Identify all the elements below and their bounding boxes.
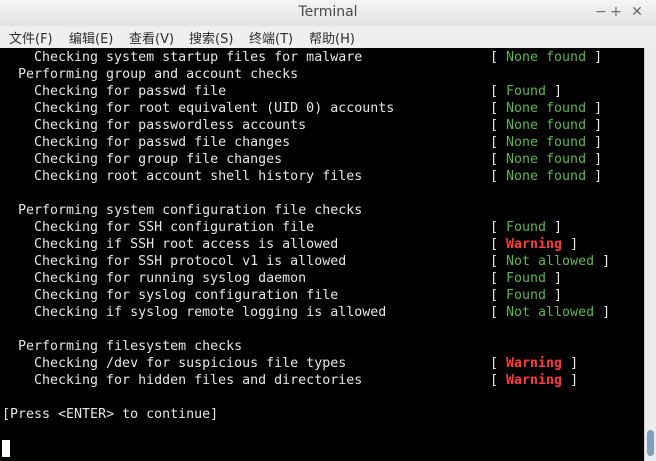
terminal-line-text: Checking for SSH configuration file	[34, 220, 315, 235]
terminal-line-text: Checking for passwd file changes	[34, 135, 291, 150]
terminal-line: Performing filesystem checks	[0, 338, 644, 355]
status-value: Warning	[506, 237, 563, 252]
check-status: [ None found ]	[490, 152, 603, 167]
terminal-line-text: Checking for group file changes	[34, 152, 283, 167]
terminal-line: Checking for group file changes [ None fo…	[0, 151, 644, 168]
terminal-line: Performing system configuration file che…	[0, 202, 644, 219]
status-value: None found	[506, 50, 587, 65]
terminal-line: Checking for running syslog daemon [ Foun…	[0, 270, 644, 287]
scrollbar-thumb[interactable]	[647, 430, 654, 456]
terminal-line: Checking root account shell history file…	[0, 168, 644, 185]
maximize-icon[interactable]: +	[607, 4, 625, 20]
menu-file[interactable]: 文件(F)	[9, 28, 53, 47]
text-cursor	[2, 440, 10, 457]
terminal-line-text: Performing system configuration file che…	[18, 203, 363, 218]
terminal-line: Checking for passwordless accounts [ None…	[0, 117, 644, 134]
terminal-line-text: Performing group and account checks	[18, 67, 299, 82]
terminal-output[interactable]: Checking system startup files for malwar…	[0, 48, 644, 461]
check-status: [ Found ]	[490, 271, 563, 286]
terminal-line-text: [Press <ENTER> to continue]	[2, 407, 219, 422]
terminal-line-text: Checking for SSH protocol v1 is allowed	[34, 254, 347, 269]
menu-search[interactable]: 搜索(S)	[189, 28, 233, 47]
check-status: [ None found ]	[490, 101, 603, 116]
menu-help[interactable]: 帮助(H)	[309, 28, 355, 47]
terminal-line-text: Checking if SSH root access is allowed	[34, 237, 339, 252]
status-value: Found	[506, 220, 547, 235]
status-value: Warning	[506, 356, 563, 371]
check-status: [ Warning ]	[490, 373, 579, 388]
status-value: None found	[506, 169, 587, 184]
status-value: Found	[506, 288, 547, 303]
check-status: [ Found ]	[490, 288, 563, 303]
status-value: None found	[506, 101, 587, 116]
terminal-line-text: Checking root account shell history file…	[34, 169, 363, 184]
terminal-line: Checking system startup files for malwar…	[0, 49, 644, 66]
terminal-line: Checking if syslog remote logging is all…	[0, 304, 644, 321]
status-value: Found	[506, 271, 547, 286]
terminal-line: Checking /dev for suspicious file types […	[0, 355, 644, 372]
terminal-line: Checking for root equivalent (UID 0) acc…	[0, 100, 644, 117]
terminal-line: Checking for syslog configuration file [ …	[0, 287, 644, 304]
check-status: [ Found ]	[490, 84, 563, 99]
check-status: [ None found ]	[490, 135, 603, 150]
terminal-line-text: Checking /dev for suspicious file types	[34, 356, 347, 371]
terminal-line-text: Performing filesystem checks	[18, 339, 243, 354]
status-value: Found	[506, 84, 547, 99]
title-bar[interactable]: Terminal − + ✕	[0, 0, 656, 27]
terminal-window: Terminal − + ✕ 文件(F) 编辑(E) 查看(V) 搜索(S) 终…	[0, 0, 656, 461]
vertical-scrollbar[interactable]	[644, 48, 656, 461]
menu-terminal[interactable]: 终端(T)	[249, 28, 293, 47]
terminal-line: [Press <ENTER> to continue]	[0, 406, 644, 423]
terminal-line-text: Checking for hidden files and directorie…	[34, 373, 363, 388]
terminal-line-text: Checking system startup files for malwar…	[34, 50, 363, 65]
menu-view[interactable]: 查看(V)	[129, 28, 174, 47]
terminal-line: Performing group and account checks	[0, 66, 644, 83]
check-status: [ None found ]	[490, 50, 603, 65]
terminal-line: Checking if SSH root access is allowed [ …	[0, 236, 644, 253]
close-icon[interactable]: ✕	[628, 4, 646, 20]
check-status: [ None found ]	[490, 118, 603, 133]
terminal-line-text: Checking for root equivalent (UID 0) acc…	[34, 101, 395, 116]
terminal-line-text: Checking for running syslog daemon	[34, 271, 307, 286]
terminal-line: Checking for hidden files and directorie…	[0, 372, 644, 389]
check-status: [ None found ]	[490, 169, 603, 184]
terminal-line: Checking for passwd file [ Found ]	[0, 83, 644, 100]
check-status: [ Warning ]	[490, 237, 579, 252]
terminal-line: Checking for SSH configuration file [ Fou…	[0, 219, 644, 236]
status-value: None found	[506, 135, 587, 150]
check-status: [ Warning ]	[490, 356, 579, 371]
status-value: Warning	[506, 373, 563, 388]
status-value: None found	[506, 152, 587, 167]
check-status: [ Not allowed ]	[490, 305, 611, 320]
window-title: Terminal	[298, 4, 358, 20]
check-status: [ Not allowed ]	[490, 254, 611, 269]
menu-edit[interactable]: 编辑(E)	[69, 28, 113, 47]
terminal-line-text: Checking for passwd file	[34, 84, 227, 99]
check-status: [ Found ]	[490, 220, 563, 235]
terminal-line-text: Checking if syslog remote logging is all…	[34, 305, 387, 320]
terminal-line: Checking for passwd file changes [ None f…	[0, 134, 644, 151]
status-value: Not allowed	[506, 254, 595, 269]
menu-bar: 文件(F) 编辑(E) 查看(V) 搜索(S) 终端(T) 帮助(H)	[0, 26, 656, 47]
status-value: Not allowed	[506, 305, 595, 320]
terminal-line-text: Checking for syslog configuration file	[34, 288, 339, 303]
terminal-line-text: Checking for passwordless accounts	[34, 118, 307, 133]
status-value: None found	[506, 118, 587, 133]
terminal-line: Checking for SSH protocol v1 is allowed […	[0, 253, 644, 270]
